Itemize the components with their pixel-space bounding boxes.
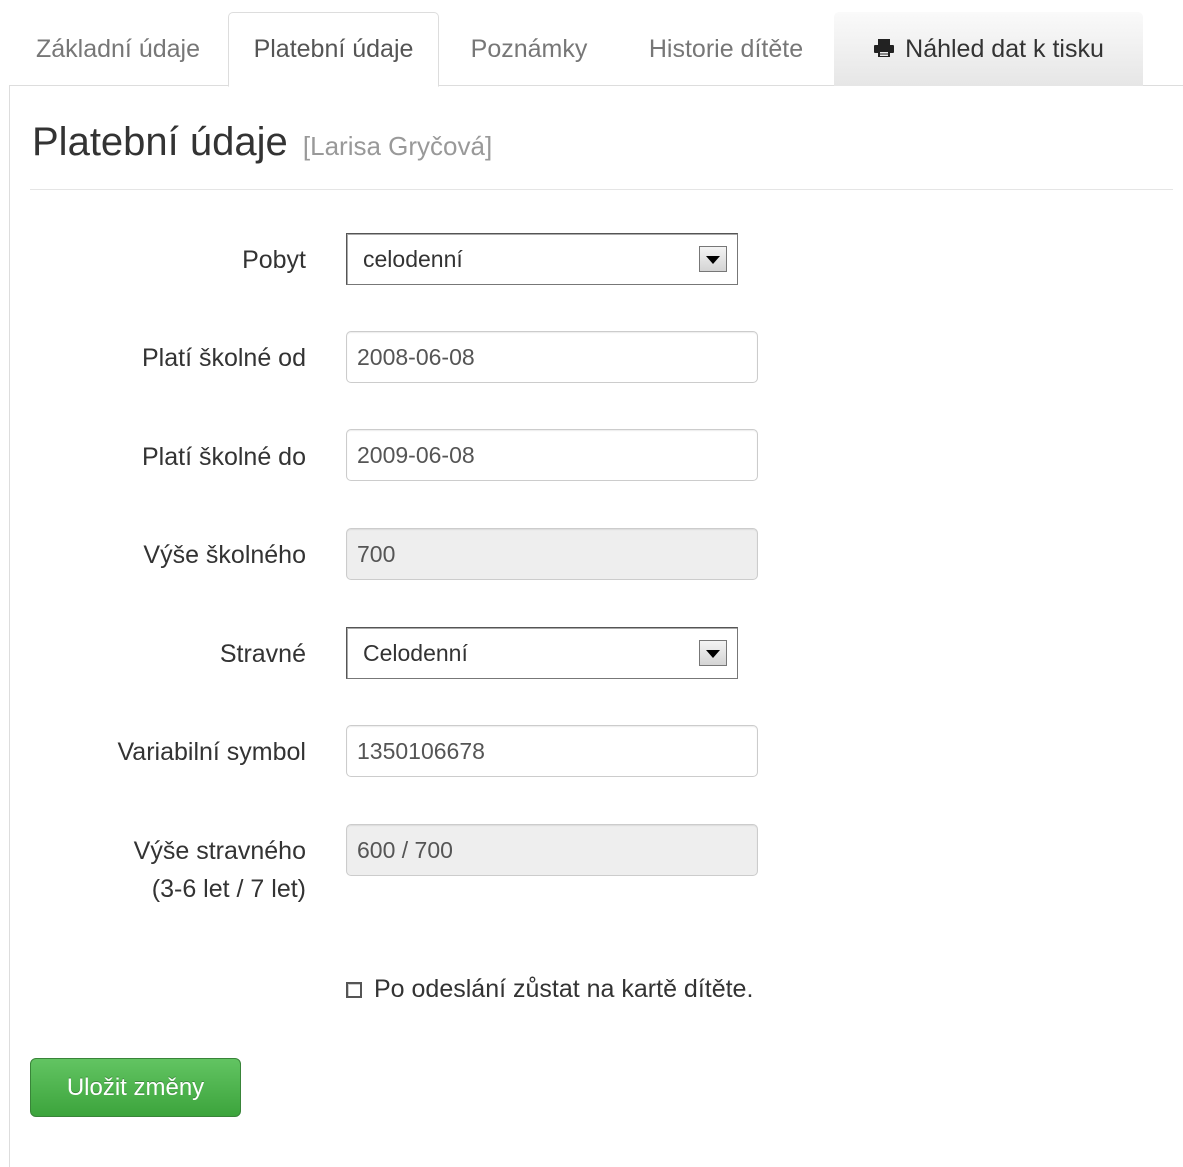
stay-on-card-label[interactable]: Po odeslání zůstat na kartě dítěte. [374, 975, 753, 1004]
page-title-text: Platební údaje [32, 120, 288, 164]
vyse-stravneho-field: 600 / 700 [346, 824, 758, 876]
stay-on-card-checkbox[interactable] [346, 981, 362, 998]
printer-icon [874, 39, 895, 57]
chevron-down-icon[interactable] [699, 640, 727, 666]
pobyt-label: Pobyt [242, 246, 306, 274]
plati-od-label: Platí školné od [142, 344, 306, 372]
vyse-stravneho-label-line1: Výše stravného [133, 837, 306, 865]
child-name-subtitle: [Larisa Gryčová] [302, 131, 493, 161]
plati-do-field[interactable]: 2009-06-08 [346, 429, 758, 481]
tab-nahled-label: Náhled dat k tisku [905, 34, 1104, 63]
chevron-down-icon[interactable] [699, 246, 727, 272]
plati-od-field[interactable]: 2008-06-08 [346, 331, 758, 383]
vyse-stravneho-label-line2: (3-6 let / 7 let) [151, 875, 306, 903]
stravne-select[interactable]: Celodenní [346, 627, 738, 679]
vyse-skolneho-label: Výše školného [143, 541, 306, 569]
panel-border [9, 86, 10, 1167]
tab-poznamky[interactable]: Poznámky [440, 12, 618, 86]
stay-on-card-option[interactable]: Po odeslání zůstat na kartě dítěte. [346, 975, 753, 1004]
vyse-skolneho-field: 700 [346, 528, 758, 580]
vyse-stravneho-label: Výše stravného (3-6 let / 7 let) [30, 832, 306, 908]
tab-bar: Základní údaje Platební údaje Poznámky H… [9, 12, 1183, 87]
stravne-label: Stravné [219, 640, 306, 668]
pobyt-select[interactable]: celodenní [346, 233, 738, 285]
tab-zakladni-udaje[interactable]: Základní údaje [9, 12, 227, 86]
tab-platebni-udaje[interactable]: Platební údaje [228, 12, 439, 87]
pobyt-select-value: celodenní [363, 246, 463, 272]
tab-historie-ditete[interactable]: Historie dítěte [619, 12, 833, 86]
variabilni-symbol-field[interactable]: 1350106678 [346, 725, 758, 777]
stravne-select-value: Celodenní [363, 640, 468, 666]
title-divider [30, 189, 1173, 190]
variabilni-symbol-label: Variabilní symbol [117, 738, 306, 766]
save-changes-button[interactable]: Uložit změny [30, 1058, 241, 1117]
page-title: Platební údaje [Larisa Gryčová] [32, 120, 492, 165]
tab-nahled-dat-k-tisku[interactable]: Náhled dat k tisku [834, 12, 1143, 86]
plati-do-label: Platí školné do [142, 443, 306, 471]
